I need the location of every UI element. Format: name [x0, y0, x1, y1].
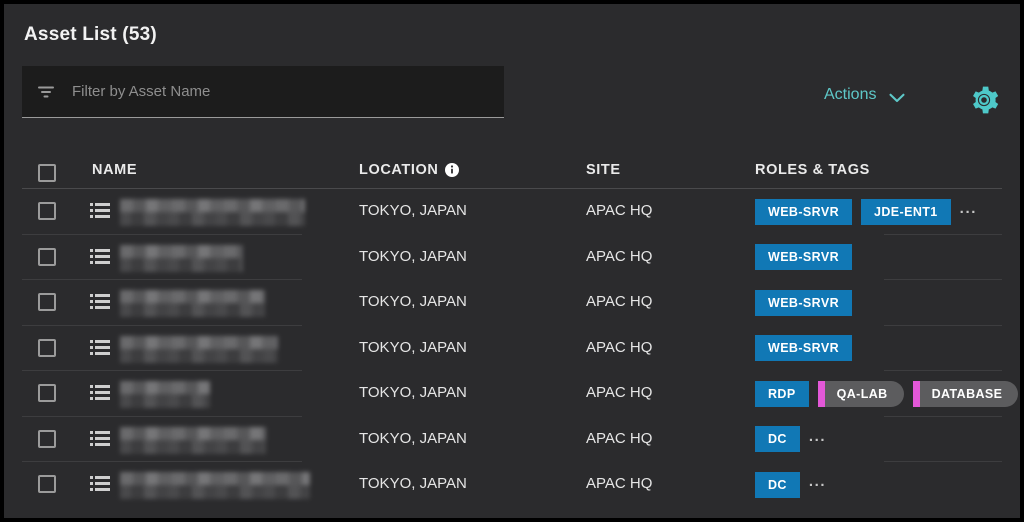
column-header-name[interactable]: NAME	[92, 162, 137, 178]
chevron-down-icon	[889, 90, 905, 100]
cell-location: TOKYO, JAPAN	[359, 293, 467, 310]
list-menu-icon[interactable]	[90, 202, 110, 220]
asset-name-redacted[interactable]	[120, 427, 266, 451]
cell-site: APAC HQ	[586, 430, 652, 447]
checkbox-icon[interactable]	[38, 248, 56, 266]
list-menu-icon[interactable]	[90, 475, 110, 493]
row-select-checkbox[interactable]	[38, 384, 56, 402]
table-row[interactable]: TOKYO, JAPANAPAC HQRDPQA-LABDATABASE	[22, 371, 1002, 417]
role-chip[interactable]: JDE-ENT1	[861, 199, 951, 225]
search-input[interactable]	[72, 66, 490, 117]
cell-site: APAC HQ	[586, 293, 652, 310]
asset-name-redacted[interactable]	[120, 381, 210, 405]
cell-roles-tags: RDP QA-LAB DATABASE	[755, 380, 1018, 407]
asset-name-redacted[interactable]	[120, 199, 305, 223]
row-select-checkbox[interactable]	[38, 339, 56, 357]
asset-name-redacted[interactable]	[120, 245, 243, 269]
checkbox-icon[interactable]	[38, 293, 56, 311]
tag-accent-bar	[818, 381, 825, 407]
cell-roles-tags: WEB-SRVR	[755, 244, 852, 271]
more-tags-ellipsis[interactable]: ...	[809, 474, 826, 495]
list-menu-icon[interactable]	[90, 430, 110, 448]
cell-site: APAC HQ	[586, 202, 652, 219]
tag-chip[interactable]: DATABASE	[913, 381, 1019, 407]
row-select-checkbox[interactable]	[38, 248, 56, 266]
cell-site: APAC HQ	[586, 339, 652, 356]
role-chip[interactable]: WEB-SRVR	[755, 290, 852, 316]
page-title: Asset List (53)	[24, 24, 157, 46]
actions-button[interactable]: Actions	[824, 86, 905, 104]
role-chip[interactable]: WEB-SRVR	[755, 335, 852, 361]
cell-roles-tags: WEB-SRVR JDE-ENT1...	[755, 198, 977, 225]
cell-site: APAC HQ	[586, 475, 652, 492]
role-chip[interactable]: DC	[755, 472, 800, 498]
cell-roles-tags: WEB-SRVR	[755, 335, 852, 362]
filter-by-asset-name-field[interactable]	[22, 66, 504, 118]
table-row[interactable]: TOKYO, JAPAN APAC HQ DC...	[22, 462, 1002, 508]
list-menu-icon[interactable]	[90, 248, 110, 266]
list-menu-icon[interactable]	[90, 384, 110, 402]
checkbox-icon[interactable]	[38, 164, 56, 182]
cell-location: TOKYO, JAPAN	[359, 202, 467, 219]
row-select-checkbox[interactable]	[38, 293, 56, 311]
role-chip[interactable]: WEB-SRVR	[755, 244, 852, 270]
row-select-checkbox[interactable]	[38, 475, 56, 493]
row-select-checkbox[interactable]	[38, 430, 56, 448]
cell-site: APAC HQ	[586, 248, 652, 265]
table-row[interactable]: TOKYO, JAPAN APAC HQ WEB-SRVR	[22, 280, 1002, 326]
asset-name-redacted[interactable]	[120, 290, 265, 314]
cell-location: TOKYO, JAPAN	[359, 384, 467, 401]
more-tags-ellipsis[interactable]: ...	[809, 429, 826, 450]
checkbox-icon[interactable]	[38, 384, 56, 402]
table-body: TOKYO, JAPANAPAC HQWEB-SRVRJDE-ENT1...TO…	[4, 189, 1020, 508]
table-row[interactable]: TOKYO, JAPAN APAC HQ DC...	[22, 417, 1002, 463]
tag-label: QA-LAB	[825, 381, 904, 407]
cell-location: TOKYO, JAPAN	[359, 475, 467, 492]
select-all-checkbox[interactable]	[38, 164, 56, 182]
cell-location: TOKYO, JAPAN	[359, 248, 467, 265]
table-row[interactable]: TOKYO, JAPAN APAC HQ WEB-SRVR JDE-ENT1...	[22, 189, 1002, 235]
tag-label: DATABASE	[920, 381, 1019, 407]
filter-icon	[36, 82, 56, 102]
column-header-location[interactable]: LOCATION	[359, 162, 459, 178]
role-chip[interactable]: DC	[755, 426, 800, 452]
column-header-site[interactable]: SITE	[586, 162, 621, 178]
cell-site: APAC HQ	[586, 384, 652, 401]
cell-roles-tags: DC...	[755, 471, 826, 498]
cell-roles-tags: DC...	[755, 426, 826, 453]
settings-gear-button[interactable]	[968, 84, 1000, 116]
cell-location: TOKYO, JAPAN	[359, 430, 467, 447]
asset-table: NAME LOCATION SITE ROLES & TAGS TOKYO, J…	[4, 144, 1020, 508]
asset-name-redacted[interactable]	[120, 472, 310, 496]
actions-label: Actions	[824, 86, 876, 104]
checkbox-icon[interactable]	[38, 475, 56, 493]
asset-name-redacted[interactable]	[120, 336, 278, 360]
table-header-row: NAME LOCATION SITE ROLES & TAGS	[22, 144, 1002, 189]
list-menu-icon[interactable]	[90, 339, 110, 357]
cell-roles-tags: WEB-SRVR	[755, 289, 852, 316]
table-row[interactable]: TOKYO, JAPAN APAC HQ WEB-SRVR	[22, 326, 1002, 372]
checkbox-icon[interactable]	[38, 430, 56, 448]
tag-chip[interactable]: QA-LAB	[818, 381, 904, 407]
role-chip[interactable]: RDP	[755, 381, 809, 407]
more-tags-ellipsis[interactable]: ...	[960, 201, 977, 222]
column-header-roles-tags[interactable]: ROLES & TAGS	[755, 162, 870, 178]
table-row[interactable]: TOKYO, JAPAN APAC HQ WEB-SRVR	[22, 235, 1002, 281]
tag-accent-bar	[913, 381, 920, 407]
info-icon[interactable]	[445, 163, 459, 177]
list-menu-icon[interactable]	[90, 293, 110, 311]
role-chip[interactable]: WEB-SRVR	[755, 199, 852, 225]
row-select-checkbox[interactable]	[38, 202, 56, 220]
checkbox-icon[interactable]	[38, 202, 56, 220]
column-header-location-label: LOCATION	[359, 162, 438, 178]
gear-icon	[968, 84, 1000, 116]
checkbox-icon[interactable]	[38, 339, 56, 357]
asset-list-panel: Asset List (53) Actions	[4, 4, 1020, 518]
cell-location: TOKYO, JAPAN	[359, 339, 467, 356]
